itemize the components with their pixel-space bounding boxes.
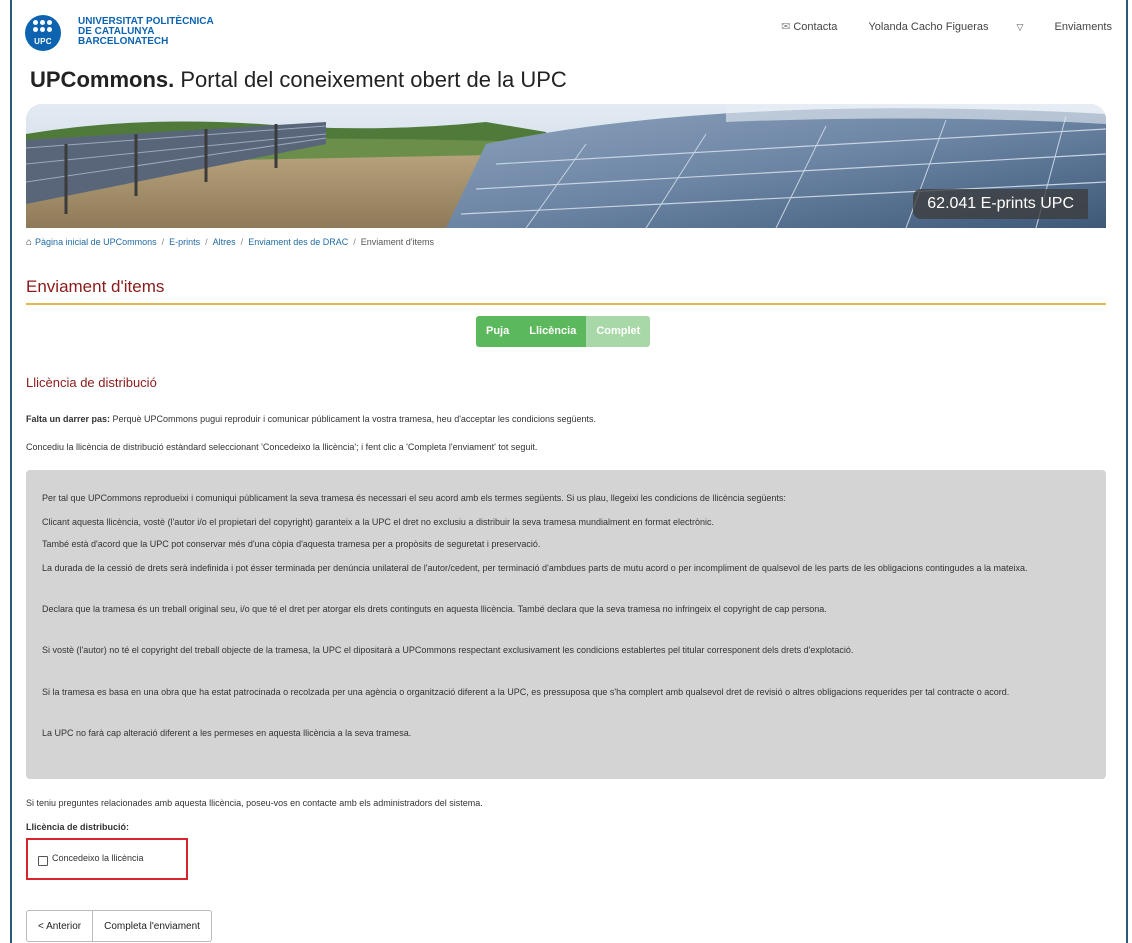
action-buttons: < Anterior Completa l'enviament xyxy=(26,910,212,942)
submissions-link[interactable]: Enviaments xyxy=(1055,21,1112,33)
contact-link[interactable]: ✉ Contacta xyxy=(753,21,837,33)
site-title-bold: UPCommons. xyxy=(30,67,175,92)
license-paragraph: Per tal que UPCommons reprodueixi i comu… xyxy=(42,493,786,503)
complete-submission-button[interactable]: Completa l'enviament xyxy=(93,910,212,942)
license-paragraph: Si la tramesa es basa en una obra que ha… xyxy=(42,687,1010,697)
breadcrumb-separator: / xyxy=(205,237,208,247)
grant-license-label[interactable]: Concedeixo la llicència xyxy=(52,853,144,863)
site-title: UPCommons. Portal del coneixement obert … xyxy=(30,67,567,93)
license-paragraph: La durada de la cessió de drets serà ind… xyxy=(42,563,1028,573)
grant-license-checkbox[interactable] xyxy=(38,856,48,866)
user-name: Yolanda Cacho Figueras xyxy=(868,21,989,33)
license-field-label: Llicència de distribució: xyxy=(26,822,130,832)
grant-license-highlight: Concedeixo la llicència xyxy=(26,838,188,880)
instruction-text: Concediu la llicència de distribució est… xyxy=(26,442,538,452)
logo-line-3: BARCELONATECH xyxy=(78,36,169,47)
home-icon: ⌂ xyxy=(26,237,33,248)
license-paragraph: Declara que la tramesa és un treball ori… xyxy=(42,604,827,614)
contact-note: Si teniu preguntes relacionades amb aque… xyxy=(26,798,483,808)
progress-steps: Puja Llicència Complet xyxy=(476,316,651,347)
site-title-rest: Portal del coneixement obert de la UPC xyxy=(174,67,567,92)
previous-button[interactable]: < Anterior xyxy=(26,910,94,942)
title-divider xyxy=(26,303,1106,305)
step-complete: Complet xyxy=(586,316,651,347)
site-header: UPC UNIVERSITAT POLITÈCNICA DE CATALUNYA… xyxy=(22,10,1112,51)
breadcrumb-separator: / xyxy=(240,237,244,247)
breadcrumb-separator: / xyxy=(353,237,356,247)
breadcrumb-home[interactable]: Pàgina inicial de UPCommons xyxy=(35,237,157,247)
intro-bold: Falta un darrer pas: xyxy=(26,414,111,424)
contact-label: Contacta xyxy=(793,21,838,33)
license-paragraph: Si vostè (l'autor) no té el copyright de… xyxy=(42,645,854,655)
section-title: Llicència de distribució xyxy=(26,375,157,390)
license-paragraph: També està d'acord que la UPC pot conser… xyxy=(42,539,541,549)
banner-image: 62.041 E-prints UPC xyxy=(26,104,1106,228)
breadcrumb-eprints[interactable]: E-prints xyxy=(169,237,200,247)
breadcrumb-current: Enviament d'items xyxy=(360,237,434,247)
top-nav: ✉ Contacta Yolanda Cacho Figueras ▽ Enviam… xyxy=(725,20,1112,33)
user-menu[interactable]: Yolanda Cacho Figueras ▽ xyxy=(868,21,1023,33)
intro-rest: Perquè UPCommons pugui reproduir i comun… xyxy=(110,414,596,424)
step-license[interactable]: Llicència xyxy=(519,316,587,347)
breadcrumb-drac[interactable]: Enviament des de DRAC xyxy=(248,237,348,247)
breadcrumb-altres[interactable]: Altres xyxy=(213,237,236,247)
intro-text: Falta un darrer pas: Perquè UPCommons pu… xyxy=(26,414,596,424)
page-title: Enviament d'items xyxy=(26,277,165,296)
eprints-count-badge[interactable]: 62.041 E-prints UPC xyxy=(913,189,1088,219)
license-paragraph: Clicant aquesta llicència, vostè (l'auto… xyxy=(42,517,715,527)
logo-mark-text: UPC xyxy=(34,37,52,46)
license-paragraph: La UPC no farà cap alteració diferent a … xyxy=(42,728,412,738)
logo-text[interactable]: UNIVERSITAT POLITÈCNICA DE CATALUNYA BAR… xyxy=(78,17,214,47)
breadcrumb: ⌂ Pàgina inicial de UPCommons / E-prints / Al… xyxy=(26,237,434,248)
mail-icon: ✉ xyxy=(781,21,791,33)
license-text-box: Per tal que UPCommons reprodueixi i comu… xyxy=(26,470,1106,779)
step-upload[interactable]: Puja xyxy=(476,316,520,347)
breadcrumb-separator: / xyxy=(161,237,165,247)
upc-logo-icon[interactable]: UPC xyxy=(25,15,61,51)
triangle-down-icon: ▽ xyxy=(1016,22,1024,32)
